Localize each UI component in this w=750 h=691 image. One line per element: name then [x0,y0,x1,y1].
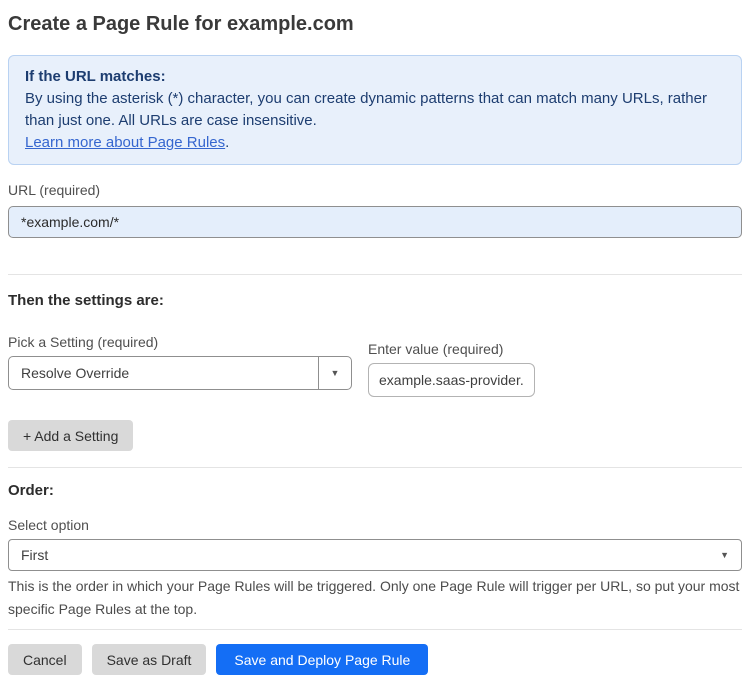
chevron-down-icon: ▼ [330,367,340,378]
setting-value-column: Enter value (required) [368,341,535,397]
settings-section-heading: Then the settings are: [8,292,164,309]
divider [8,629,742,630]
setting-value-label: Enter value (required) [368,341,504,357]
info-box-link-line: Learn more about Page Rules. [25,132,725,154]
info-box-body: By using the asterisk (*) character, you… [25,90,707,129]
page-title: Create a Page Rule for example.com [8,13,354,35]
setting-select[interactable]: Resolve Override ▼ [8,356,352,390]
link-suffix: . [225,134,230,151]
save-as-draft-button[interactable]: Save as Draft [91,644,207,675]
chevron-down-icon: ▼ [720,549,729,560]
order-help-text: This is the order in which your Page Rul… [8,578,740,617]
url-input[interactable] [8,206,742,238]
create-page-rule-panel: Create a Page Rule for example.com If th… [0,12,750,675]
setting-value-input[interactable] [368,363,535,397]
order-select-label: Select option [8,517,89,533]
order-section-heading: Order: [8,482,54,499]
url-match-info-box: If the URL matches: By using the asteris… [8,55,742,165]
cancel-button[interactable]: Cancel [8,644,82,675]
setting-select-value: Resolve Override [21,365,130,381]
setting-picker-label: Pick a Setting (required) [8,334,159,350]
divider [8,274,742,275]
divider [8,467,742,468]
setting-picker-column: Pick a Setting (required) Resolve Overri… [8,334,352,390]
footer-button-row: Cancel Save as Draft Save and Deploy Pag… [8,644,742,675]
order-select[interactable]: First ▼ [8,539,742,571]
order-select-value: First [21,547,49,563]
add-setting-button[interactable]: + Add a Setting [8,420,134,451]
setting-row: Pick a Setting (required) Resolve Overri… [8,334,742,397]
url-field-label: URL (required) [8,182,101,198]
save-and-deploy-button[interactable]: Save and Deploy Page Rule [216,644,429,675]
setting-select-arrow-button[interactable]: ▼ [318,357,351,389]
info-box-heading: If the URL matches: [25,68,166,85]
learn-more-link[interactable]: Learn more about Page Rules [25,134,225,151]
